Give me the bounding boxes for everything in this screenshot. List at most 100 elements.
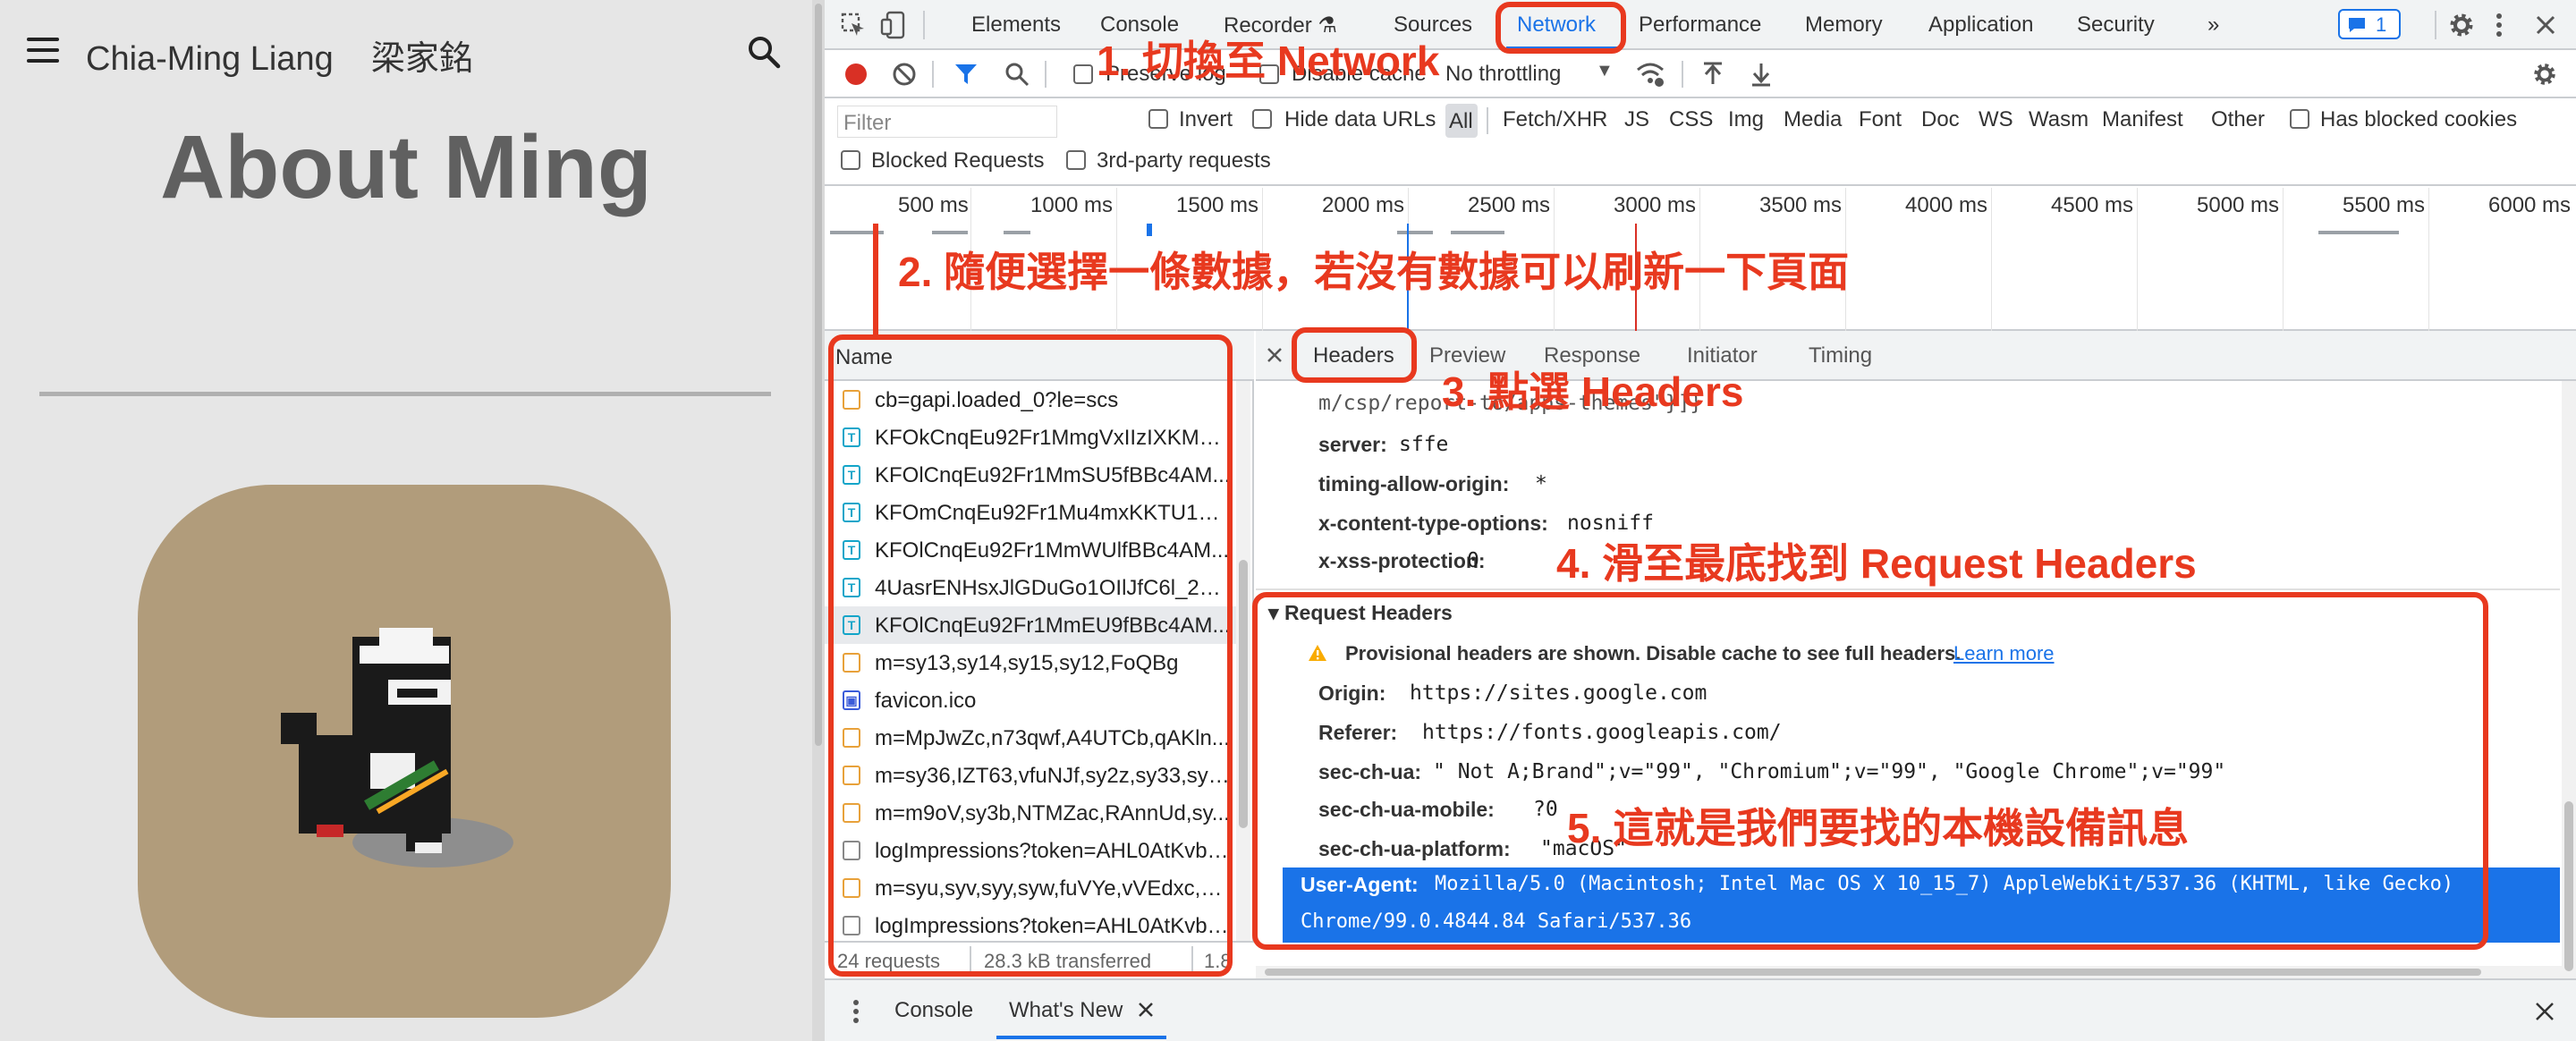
annotation-step1: 1. 切換至 Network — [1097, 38, 1440, 84]
filter-type-ws[interactable]: WS — [1979, 107, 2013, 132]
tab-timing[interactable]: Timing — [1809, 343, 1872, 368]
annotation-step2-connector — [873, 224, 878, 336]
filter-type-all[interactable]: All — [1445, 104, 1478, 138]
invert-checkbox[interactable] — [1148, 109, 1168, 129]
header-value: * — [1535, 472, 1547, 495]
details-horizontal-scrollbar[interactable] — [1256, 966, 2562, 978]
close-icon[interactable] — [1138, 1002, 1154, 1018]
hide-data-urls-label: Hide data URLs — [1284, 107, 1436, 131]
search-icon[interactable] — [746, 34, 782, 70]
blocked-requests-label: Blocked Requests — [871, 148, 1045, 173]
tab-performance[interactable]: Performance — [1639, 13, 1761, 38]
invert-label: Invert — [1179, 107, 1233, 131]
timeline-tick: 1000 ms — [1030, 193, 1114, 217]
chevron-down-icon[interactable]: ▼ — [1596, 61, 1614, 81]
devtools-tab-bar: Elements Console Recorder ⚗ Sources Netw… — [825, 0, 2576, 50]
pixel-dinosaur-icon — [281, 628, 513, 868]
devtools-panel: Elements Console Recorder ⚗ Sources Netw… — [825, 0, 2576, 1041]
tab-memory[interactable]: Memory — [1805, 13, 1883, 38]
issues-badge[interactable]: 1 — [2338, 9, 2401, 39]
header-key: x-xss-protection: — [1318, 549, 1486, 572]
preserve-log-checkbox[interactable] — [1073, 64, 1093, 84]
header-value: sffe — [1399, 433, 1449, 456]
drawer: Console What's New — [825, 978, 2576, 1041]
third-party-checkbox[interactable] — [1066, 150, 1086, 170]
timeline-tick: 2500 ms — [1468, 193, 1551, 217]
filter-type-manifest[interactable]: Manifest — [2102, 107, 2183, 132]
more-tabs-button[interactable]: » — [2207, 13, 2219, 38]
highlight-headers-tab — [1292, 327, 1417, 383]
close-icon[interactable] — [1267, 347, 1283, 363]
tab-elements[interactable]: Elements — [971, 13, 1061, 38]
kebab-menu-icon[interactable] — [2494, 11, 2504, 39]
highlight-network-tab — [1496, 2, 1626, 54]
annotation-step3: 3. 點選 Headers — [1442, 368, 1744, 415]
divider — [39, 392, 771, 396]
close-icon[interactable] — [2535, 1002, 2555, 1021]
annotation-step4: 4. 滑至最底找到 Request Headers — [1556, 540, 2197, 587]
clear-icon[interactable] — [891, 61, 918, 88]
tab-application[interactable]: Application — [1928, 13, 2033, 38]
has-blocked-cookies-label: Has blocked cookies — [2320, 107, 2518, 131]
filter-type-img[interactable]: Img — [1728, 107, 1764, 132]
avatar — [138, 485, 671, 1018]
filter-type-other[interactable]: Other — [2211, 107, 2265, 132]
highlight-request-list — [828, 334, 1233, 977]
device-toggle-icon[interactable] — [880, 11, 907, 39]
timeline-tick: 5000 ms — [2197, 193, 2280, 217]
filter-type-media[interactable]: Media — [1784, 107, 1842, 132]
import-har-icon[interactable] — [1701, 61, 1724, 88]
network-toolbar: Preserve log Disable cache No throttling… — [825, 50, 2576, 98]
annotation-step2: 2. 隨便選擇一條數據，若沒有數據可以刷新一下頁面 — [898, 249, 1850, 295]
timeline-tick: 5500 ms — [2343, 193, 2426, 217]
message-icon — [2349, 18, 2365, 32]
throttling-select[interactable]: No throttling — [1445, 62, 1561, 87]
page-scrollbar[interactable] — [812, 0, 825, 1041]
network-settings-icon[interactable] — [2531, 61, 2558, 88]
timeline-tick: 4000 ms — [1905, 193, 1988, 217]
has-blocked-cookies-checkbox[interactable] — [2290, 109, 2309, 129]
annotation-step5: 5. 這就是我們要找的本機設備訊息 — [1567, 805, 2190, 851]
export-har-icon[interactable] — [1750, 61, 1773, 88]
filter-type-doc[interactable]: Doc — [1921, 107, 1960, 132]
page-heading: About Ming — [160, 117, 652, 217]
tab-security[interactable]: Security — [2077, 13, 2155, 38]
highlight-request-headers — [1252, 592, 2488, 950]
details-scrollbar[interactable] — [2562, 381, 2576, 978]
filter-bar: Filter Invert Hide data URLs All Fetch/X… — [825, 98, 2576, 186]
filter-type-font[interactable]: Font — [1859, 107, 1902, 132]
drawer-tab-whats-new[interactable]: What's New — [1009, 998, 1123, 1023]
filter-type-fetch-xhr[interactable]: Fetch/XHR — [1503, 107, 1607, 132]
timeline-tick: 3500 ms — [1759, 193, 1843, 217]
menu-icon[interactable] — [27, 38, 59, 63]
header-value: 0 — [1467, 549, 1479, 572]
filter-type-wasm[interactable]: Wasm — [2029, 107, 2089, 132]
gear-icon[interactable] — [2447, 11, 2476, 39]
hide-data-urls-checkbox[interactable] — [1252, 109, 1272, 129]
filter-type-css[interactable]: CSS — [1669, 107, 1713, 132]
header-key: timing-allow-origin: — [1318, 472, 1510, 495]
timeline-tick: 1500 ms — [1176, 193, 1259, 217]
timeline-tick: 2000 ms — [1322, 193, 1405, 217]
request-list-scrollbar[interactable] — [1236, 381, 1250, 952]
header-key: server: — [1318, 433, 1387, 456]
header-key: x-content-type-options: — [1318, 512, 1548, 535]
site-title[interactable]: Chia-Ming Liang 梁家銘 — [86, 30, 473, 80]
drawer-tab-console[interactable]: Console — [894, 998, 973, 1023]
search-icon[interactable] — [1004, 61, 1030, 88]
web-page: Chia-Ming Liang 梁家銘 About Ming — [0, 0, 812, 1041]
timeline-tick: 3000 ms — [1614, 193, 1697, 217]
network-conditions-icon[interactable] — [1635, 61, 1665, 88]
timeline-tick: 6000 ms — [2488, 193, 2572, 217]
third-party-label: 3rd-party requests — [1097, 148, 1271, 173]
drawer-menu-icon[interactable] — [852, 998, 860, 1025]
blocked-requests-checkbox[interactable] — [841, 150, 860, 170]
timeline-tick: 4500 ms — [2051, 193, 2134, 217]
timeline-tick: 500 ms — [898, 193, 969, 217]
filter-type-js[interactable]: JS — [1624, 107, 1649, 132]
filter-input[interactable]: Filter — [837, 106, 1057, 138]
close-icon[interactable] — [2535, 14, 2556, 36]
record-icon[interactable] — [843, 61, 869, 88]
inspect-icon[interactable] — [841, 13, 866, 38]
filter-icon[interactable] — [953, 63, 979, 86]
